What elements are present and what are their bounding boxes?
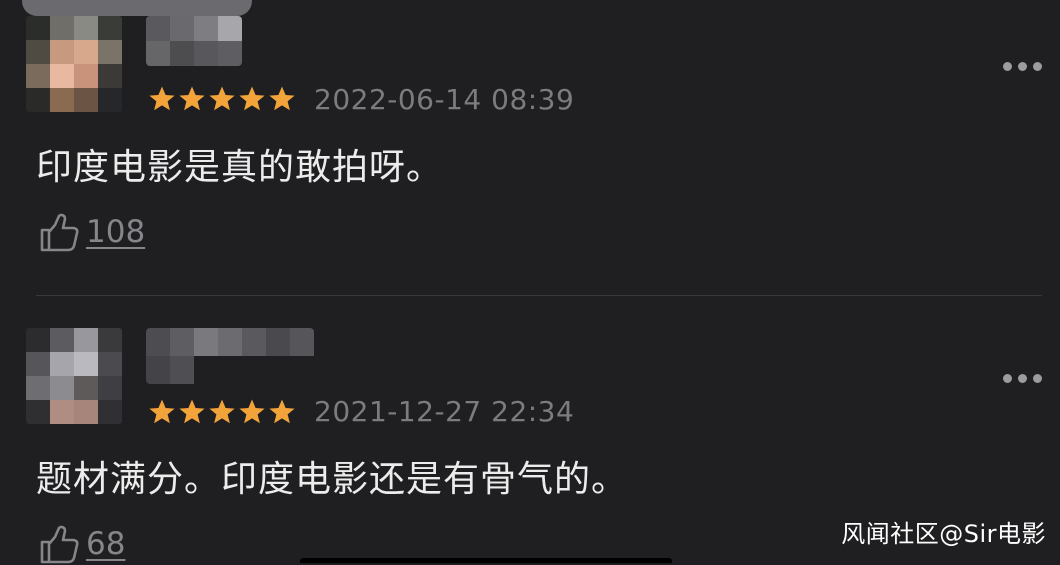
avatar-pixel — [98, 40, 122, 64]
avatar-pixel — [98, 16, 122, 40]
rating-stars — [148, 85, 296, 113]
avatar-pixel — [74, 16, 98, 40]
more-dots-icon — [1003, 62, 1012, 71]
avatar-pixel — [74, 376, 98, 400]
username-pixel — [218, 328, 242, 356]
avatar-pixel — [26, 40, 50, 64]
username-pixel — [170, 16, 194, 41]
avatar-pixel — [74, 328, 98, 352]
avatar-pixel — [98, 64, 122, 88]
username-pixel — [170, 328, 194, 356]
avatar-pixel — [26, 352, 50, 376]
username-pixel — [194, 41, 218, 66]
avatar-pixel — [50, 64, 74, 88]
avatar[interactable] — [26, 16, 122, 112]
avatar[interactable] — [26, 328, 122, 424]
avatar-pixel — [74, 400, 98, 424]
like-button[interactable]: 108 — [38, 211, 145, 253]
avatar-pixel — [74, 88, 98, 112]
thumbs-up-icon — [40, 213, 79, 252]
like-count: 68 — [86, 526, 126, 562]
rating-stars — [148, 398, 296, 426]
username-pixel — [146, 328, 170, 356]
username-blurred[interactable] — [146, 16, 242, 66]
username-blurred[interactable] — [146, 328, 314, 384]
avatar-pixel — [50, 88, 74, 112]
star-icon — [149, 86, 175, 111]
star-icon — [269, 86, 295, 111]
avatar-pixel — [98, 328, 122, 352]
more-options-button[interactable] — [1003, 62, 1042, 71]
avatar-pixel — [26, 16, 50, 40]
username-pixel — [218, 41, 242, 66]
comment-timestamp: 2022-06-14 08:39 — [314, 83, 575, 116]
avatar-pixel — [74, 64, 98, 88]
avatar-pixel — [26, 376, 50, 400]
like-count: 108 — [86, 214, 146, 250]
username-pixel — [266, 328, 290, 356]
comment-text: 题材满分。印度电影还是有骨气的。 — [36, 459, 629, 500]
avatar-pixel — [98, 352, 122, 376]
avatar-pixel — [26, 88, 50, 112]
username-pixel — [146, 16, 170, 41]
avatar-pixel — [50, 352, 74, 376]
username-pixel — [170, 356, 194, 384]
star-icon — [239, 399, 265, 424]
avatar-pixel — [50, 376, 74, 400]
star-icon — [209, 86, 235, 111]
star-icon — [149, 399, 175, 424]
username-pixel — [194, 328, 218, 356]
star-icon — [269, 399, 295, 424]
username-pixel — [170, 41, 194, 66]
star-icon — [239, 86, 265, 111]
avatar-pixel — [26, 64, 50, 88]
thumbs-up-icon — [40, 525, 79, 564]
comment-text: 印度电影是真的敢拍呀。 — [36, 147, 444, 188]
avatar-pixel — [74, 352, 98, 376]
comment-item: 2022-06-14 08:39 印度电影是真的敢拍呀。 108 — [0, 0, 1060, 296]
avatar-pixel — [98, 400, 122, 424]
username-pixel — [242, 328, 266, 356]
avatar-pixel — [50, 400, 74, 424]
star-icon — [179, 399, 205, 424]
more-dots-icon — [1003, 374, 1012, 383]
username-pixel — [194, 16, 218, 41]
avatar-pixel — [98, 376, 122, 400]
username-pixel — [290, 328, 314, 356]
avatar-pixel — [26, 400, 50, 424]
home-indicator — [300, 558, 672, 563]
avatar-pixel — [50, 16, 74, 40]
star-icon — [179, 86, 205, 111]
username-pixel — [146, 41, 170, 66]
avatar-pixel — [26, 328, 50, 352]
username-pixel — [146, 356, 170, 384]
avatar-pixel — [98, 88, 122, 112]
more-options-button[interactable] — [1003, 374, 1042, 383]
avatar-pixel — [50, 328, 74, 352]
watermark: 风闻社区@Sir电影 — [841, 520, 1046, 548]
comment-timestamp: 2021-12-27 22:34 — [314, 395, 575, 428]
star-icon — [209, 399, 235, 424]
avatar-pixel — [74, 40, 98, 64]
like-button[interactable]: 68 — [38, 523, 125, 565]
username-pixel — [218, 16, 242, 41]
avatar-pixel — [50, 40, 74, 64]
